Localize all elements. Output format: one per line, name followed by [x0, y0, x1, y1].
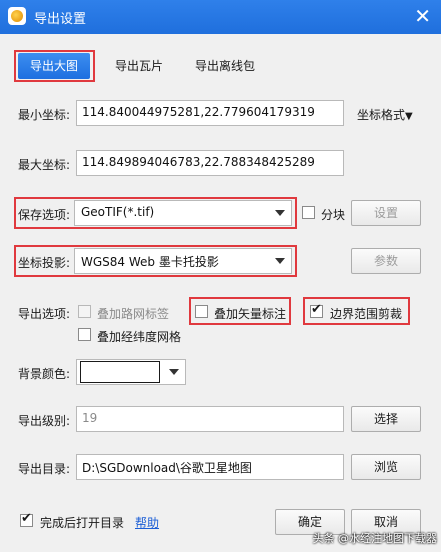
boundary-clip-checkbox[interactable]: ✔	[310, 302, 323, 318]
bg-color-swatch	[80, 361, 160, 383]
boundary-clip-label: 边界范围剪裁	[330, 307, 403, 321]
bg-color-label: 背景颜色:	[18, 367, 71, 381]
dialog-body: 导出大图 导出瓦片 导出离线包 最小坐标: 114.840044975281,2…	[0, 34, 441, 552]
max-coord-label: 最大坐标:	[18, 158, 71, 172]
bg-color-picker[interactable]	[76, 359, 186, 385]
dropdown-arrow-icon	[169, 369, 179, 375]
open-after-label: 完成后打开目录	[40, 516, 125, 530]
tab-export-large-image[interactable]: 导出大图	[18, 53, 90, 79]
graticule-label: 叠加经纬度网格	[97, 330, 182, 344]
export-dir-label: 导出目录:	[18, 462, 71, 476]
export-dir-input[interactable]: D:\SGDownload\谷歌卫星地图	[76, 454, 344, 480]
projection-label: 坐标投影:	[18, 256, 71, 270]
tab-export-offline-package[interactable]: 导出离线包	[186, 53, 264, 79]
app-logo-icon	[8, 7, 26, 25]
settings-button[interactable]: 设置	[351, 200, 421, 226]
vector-labels-label: 叠加矢量标注	[214, 307, 287, 321]
coord-format-label: 坐标格式	[357, 108, 406, 122]
split-label: 分块	[321, 208, 346, 222]
min-coord-label: 最小坐标:	[18, 108, 71, 122]
projection-select[interactable]: WGS84 Web 墨卡托投影	[74, 248, 292, 274]
min-coord-input[interactable]: 114.840044975281,22.779604179319	[76, 100, 344, 126]
export-level-input[interactable]: 19	[76, 406, 344, 432]
help-link[interactable]: 帮助	[135, 514, 159, 531]
tab-export-tiles[interactable]: 导出瓦片	[104, 53, 174, 79]
dropdown-arrow-icon	[275, 258, 285, 264]
checkmark-icon: ✔	[21, 511, 32, 526]
road-labels-checkbox[interactable]	[78, 305, 91, 318]
caret-down-icon: ▼	[405, 111, 413, 122]
checkmark-icon: ✔	[311, 302, 322, 317]
open-after-checkbox[interactable]: ✔	[20, 511, 33, 527]
browse-button[interactable]: 浏览	[351, 454, 421, 480]
title-bar: 导出设置 ✕	[0, 0, 441, 34]
export-options-label: 导出选项:	[18, 307, 71, 321]
window-title: 导出设置	[34, 12, 87, 27]
params-button[interactable]: 参数	[351, 248, 421, 274]
watermark-text: 头条 @水经注地图下载器	[312, 532, 438, 545]
dropdown-arrow-icon	[275, 210, 285, 216]
save-option-label: 保存选项:	[18, 208, 71, 222]
vector-labels-checkbox[interactable]	[195, 305, 208, 318]
road-labels-label: 叠加路网标签	[97, 307, 170, 321]
projection-value: WGS84 Web 墨卡托投影	[81, 255, 219, 269]
select-level-button[interactable]: 选择	[351, 406, 421, 432]
export-level-label: 导出级别:	[18, 414, 71, 428]
save-format-value: GeoTIF(*.tif)	[81, 205, 155, 219]
close-icon[interactable]: ✕	[414, 4, 431, 28]
split-checkbox[interactable]	[302, 206, 315, 219]
max-coord-input[interactable]: 114.849894046783,22.788348425289	[76, 150, 344, 176]
save-format-select[interactable]: GeoTIF(*.tif)	[74, 200, 292, 226]
graticule-checkbox[interactable]	[78, 328, 91, 341]
coord-format-dropdown[interactable]: 坐标格式▼	[357, 106, 413, 123]
